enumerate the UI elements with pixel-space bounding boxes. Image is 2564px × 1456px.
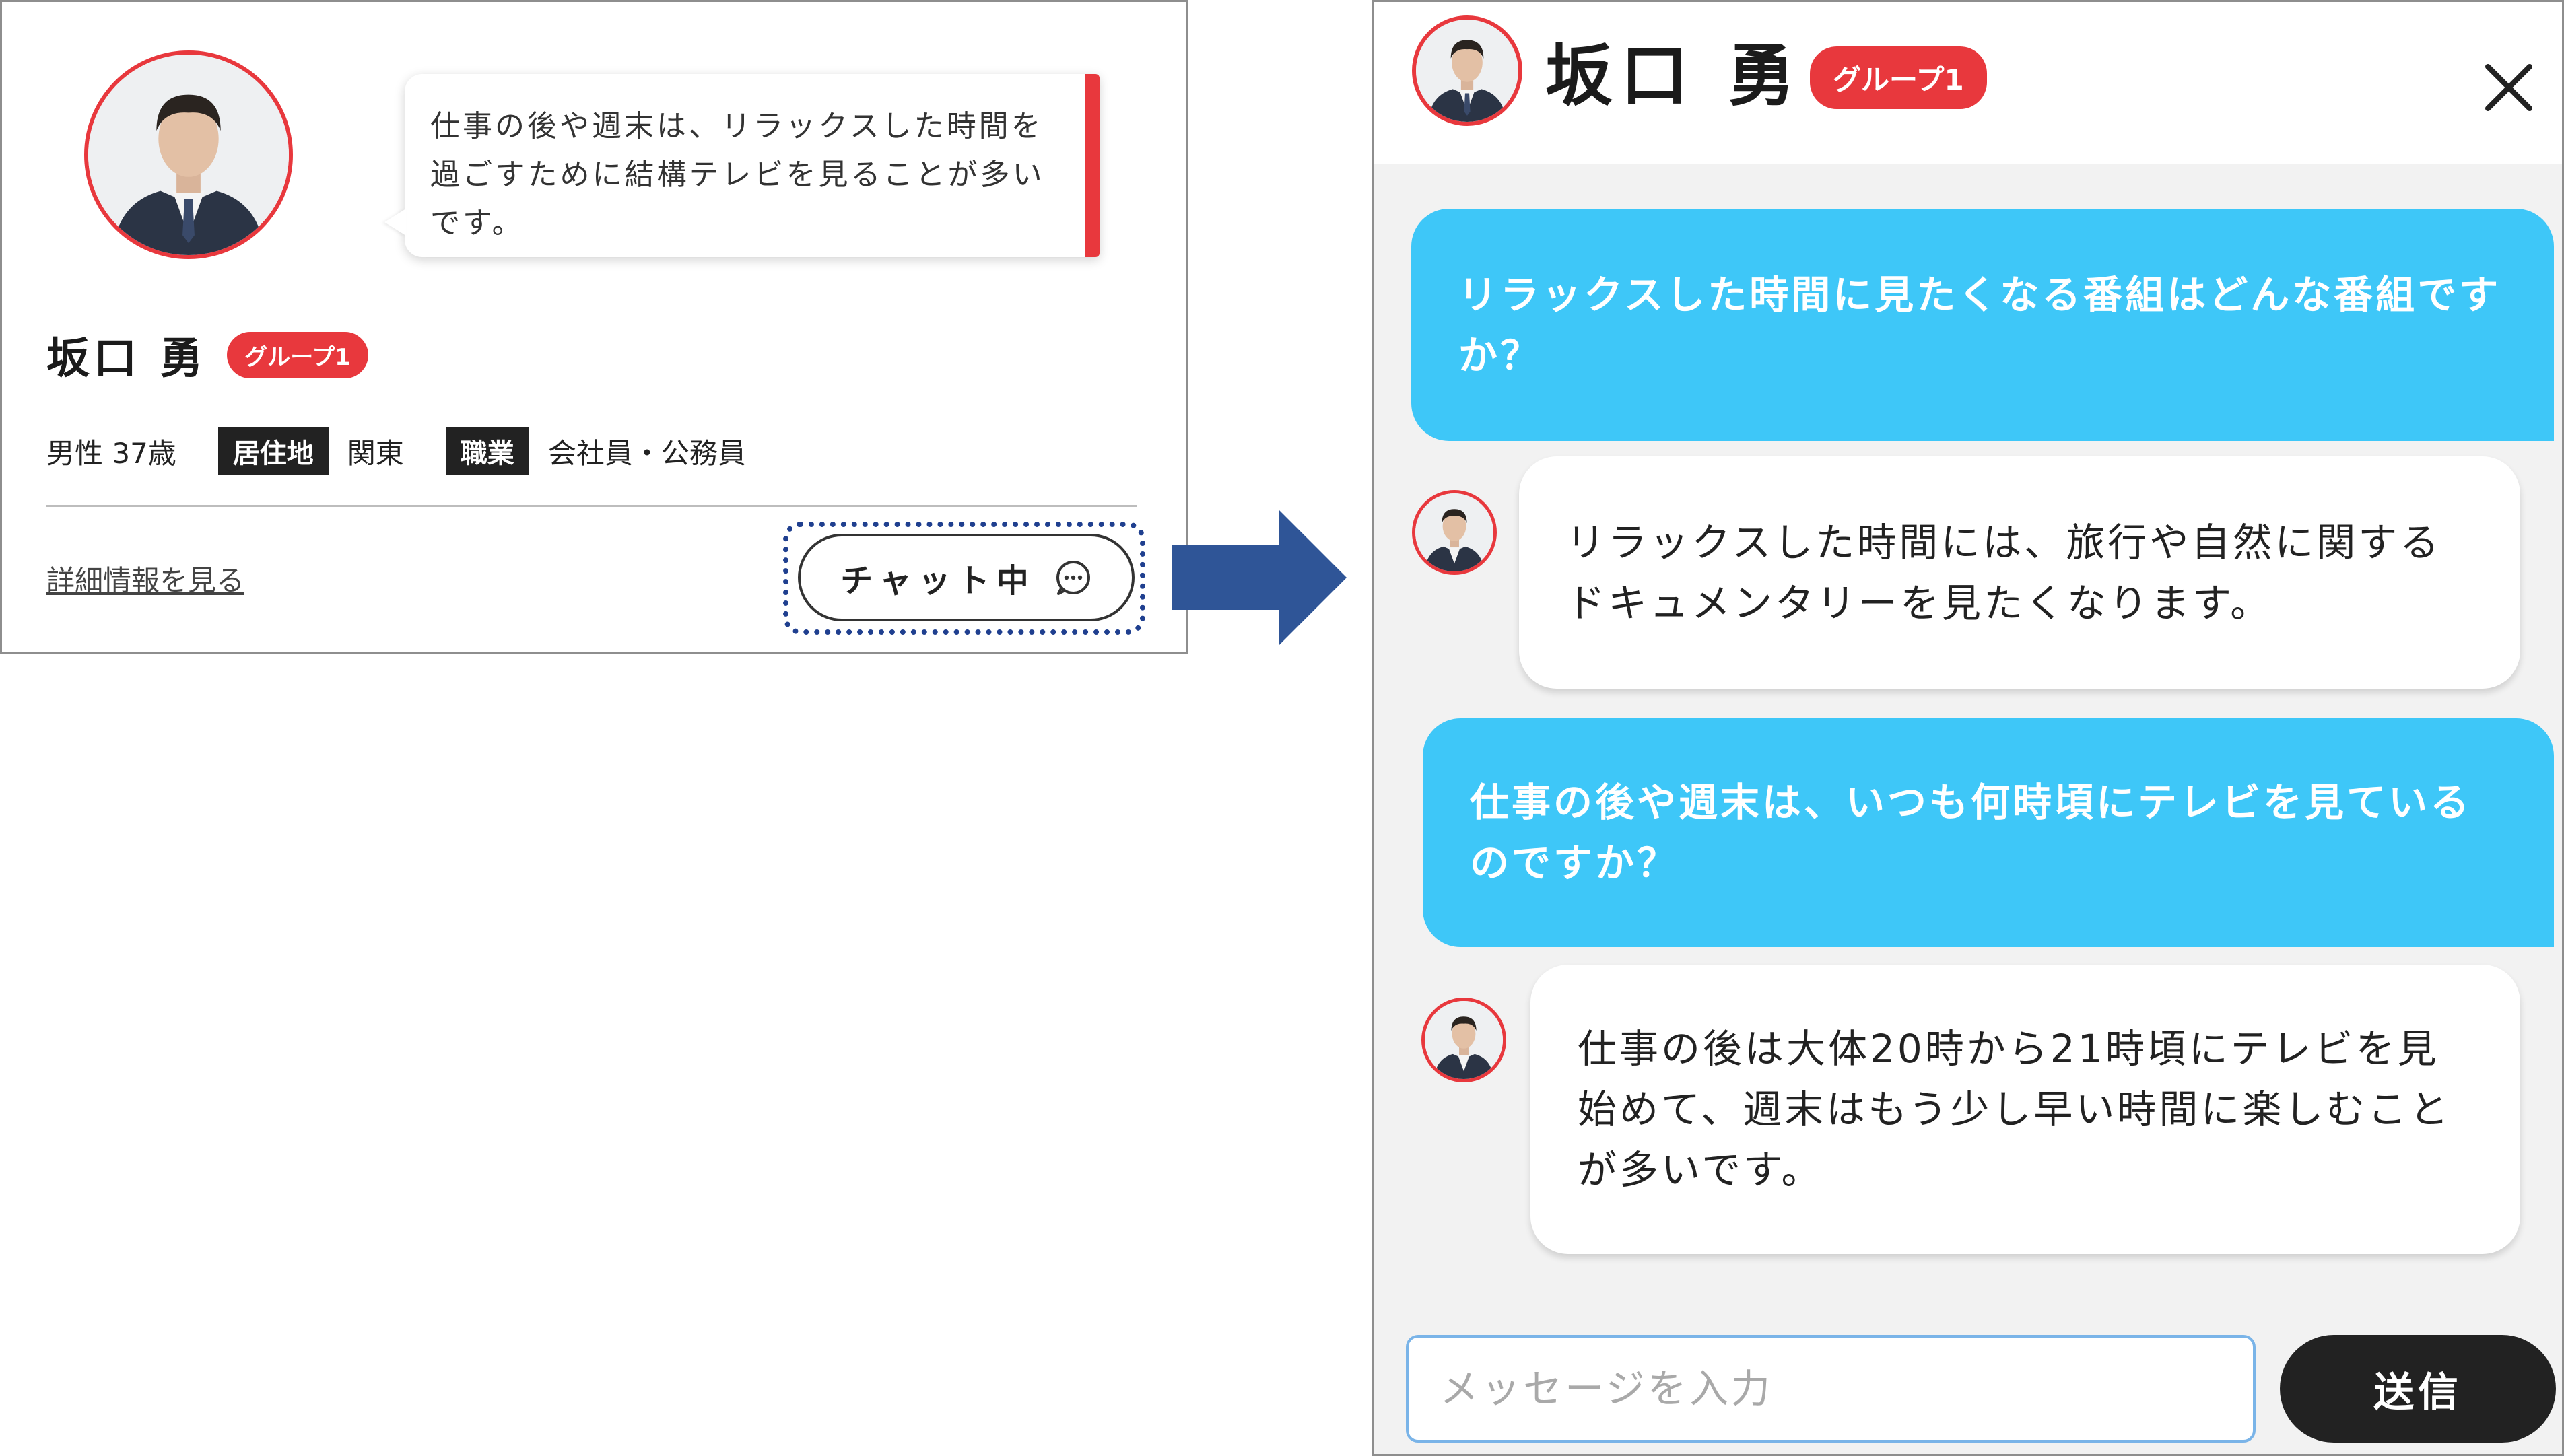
answer-message: リラックスした時間には、旅行や自然に関するドキュメンタリーを見たくなります。 — [1519, 456, 2520, 689]
answer-text: リラックスした時間には、旅行や自然に関するドキュメンタリーを見たくなります。 — [1566, 519, 2442, 626]
residence-value: 関東 — [347, 436, 404, 470]
chat-bubble-dots-icon — [1056, 561, 1090, 595]
chat-header-badge: グループ1 — [1810, 46, 1987, 109]
comment-bubble: 仕事の後や週末は、リラックスした時間を過ごすために結構テレビを見ることが多いです… — [405, 74, 1100, 257]
detail-info-link[interactable]: 詳細情報を見る — [46, 558, 244, 599]
person-avatar-icon — [88, 55, 289, 255]
profile-meta: 男性 37歳 居住地 関東 職業 会社員・公務員 — [46, 427, 746, 475]
person-avatar-icon — [1425, 1001, 1503, 1079]
send-button[interactable]: 送信 — [2280, 1335, 2556, 1443]
question-text: 仕事の後や週末は、いつも何時頃にテレビを見ているのですか？ — [1470, 779, 2472, 886]
header-avatar — [1412, 15, 1522, 126]
gender-age: 男性 37歳 — [46, 436, 176, 470]
comment-text: 仕事の後や週末は、リラックスした時間を過ごすために結構テレビを見ることが多いです… — [430, 109, 1045, 240]
residence-label: 居住地 — [217, 427, 329, 475]
answer-message: 仕事の後は大体20時から21時頃にテレビを見始めて、週末はもう少し早い時間に楽し… — [1530, 965, 2520, 1254]
person-avatar-icon — [1416, 20, 1518, 122]
occupation-value: 会社員・公務員 — [547, 436, 746, 470]
answer-text: 仕事の後は大体20時から21時頃にテレビを見始めて、週末はもう少し早い時間に楽し… — [1578, 1026, 2452, 1193]
question-text: リラックスした時間に見たくなる番組はどんな番組ですか？ — [1458, 271, 2501, 378]
group-badge: グループ1 — [227, 331, 368, 378]
chat-button[interactable]: チャット中 — [798, 534, 1135, 621]
question-message: 仕事の後や週末は、いつも何時頃にテレビを見ているのですか？ — [1423, 718, 2554, 947]
answer-avatar — [1412, 490, 1497, 575]
chat-header: 坂口 勇 グループ1 — [1374, 2, 2562, 164]
answer-avatar — [1421, 998, 1506, 1082]
chat-header-name: 坂口 勇 — [1545, 36, 1803, 115]
question-message: リラックスした時間に見たくなる番組はどんな番組ですか？ — [1411, 209, 2554, 441]
profile-name: 坂口 勇 — [46, 334, 207, 384]
profile-card: 仕事の後や週末は、リラックスした時間を過ごすために結構テレビを見ることが多いです… — [0, 0, 1188, 654]
close-icon[interactable] — [2478, 57, 2539, 118]
profile-avatar — [84, 50, 293, 259]
card-divider — [46, 505, 1137, 507]
occupation-label: 職業 — [445, 427, 529, 475]
profile-name-row: 坂口 勇 グループ1 — [46, 324, 368, 386]
right-arrow-icon — [1172, 510, 1347, 645]
chat-button-label: チャット中 — [840, 562, 1036, 600]
person-avatar-icon — [1415, 493, 1493, 571]
message-input[interactable] — [1406, 1335, 2256, 1443]
chat-window: 坂口 勇 グループ1 リラックスした時間に見たくなる番組はどんな番組ですか？ リ… — [1372, 0, 2564, 1456]
